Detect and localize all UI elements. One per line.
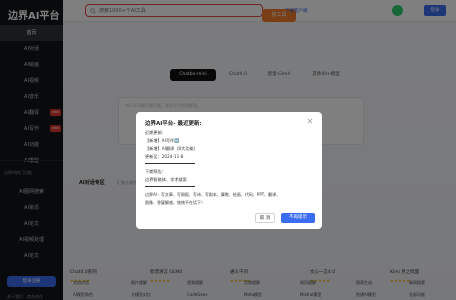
close-icon[interactable] [307, 118, 313, 124]
update-dialog: 边界AI平台- 最近更新: 近期更新： 【新增】AI写作🆕 【新增】AI翻译（8… [136, 112, 322, 229]
dialog-line: 【新增】AI写作🆕 [145, 138, 180, 143]
dont-show-again-button[interactable]: 不再提示 [281, 213, 315, 223]
dialog-line: 【新增】AI翻译（8大功能） [145, 146, 198, 151]
dialog-line: 下期预告： [145, 169, 166, 174]
dialog-line: 图像、答疑解惑，统统不在话下！ [145, 200, 205, 205]
dialog-divider [145, 163, 195, 164]
dialog-line: 边界AI - 写文章、写周报、写诗、写剧本、算数、绘画、代码、PPT、翻译、 [145, 192, 281, 197]
dialog-divider [145, 186, 195, 187]
cancel-button[interactable]: 取 消 [255, 213, 275, 223]
dialog-line: 边界智能体、学术搜索 [145, 177, 187, 182]
dialog-title: 边界AI平台- 最近更新: [145, 121, 202, 127]
dialog-line: 更新至：2024-11-8 [145, 154, 184, 159]
dialog-line: 近期更新： [145, 130, 166, 135]
